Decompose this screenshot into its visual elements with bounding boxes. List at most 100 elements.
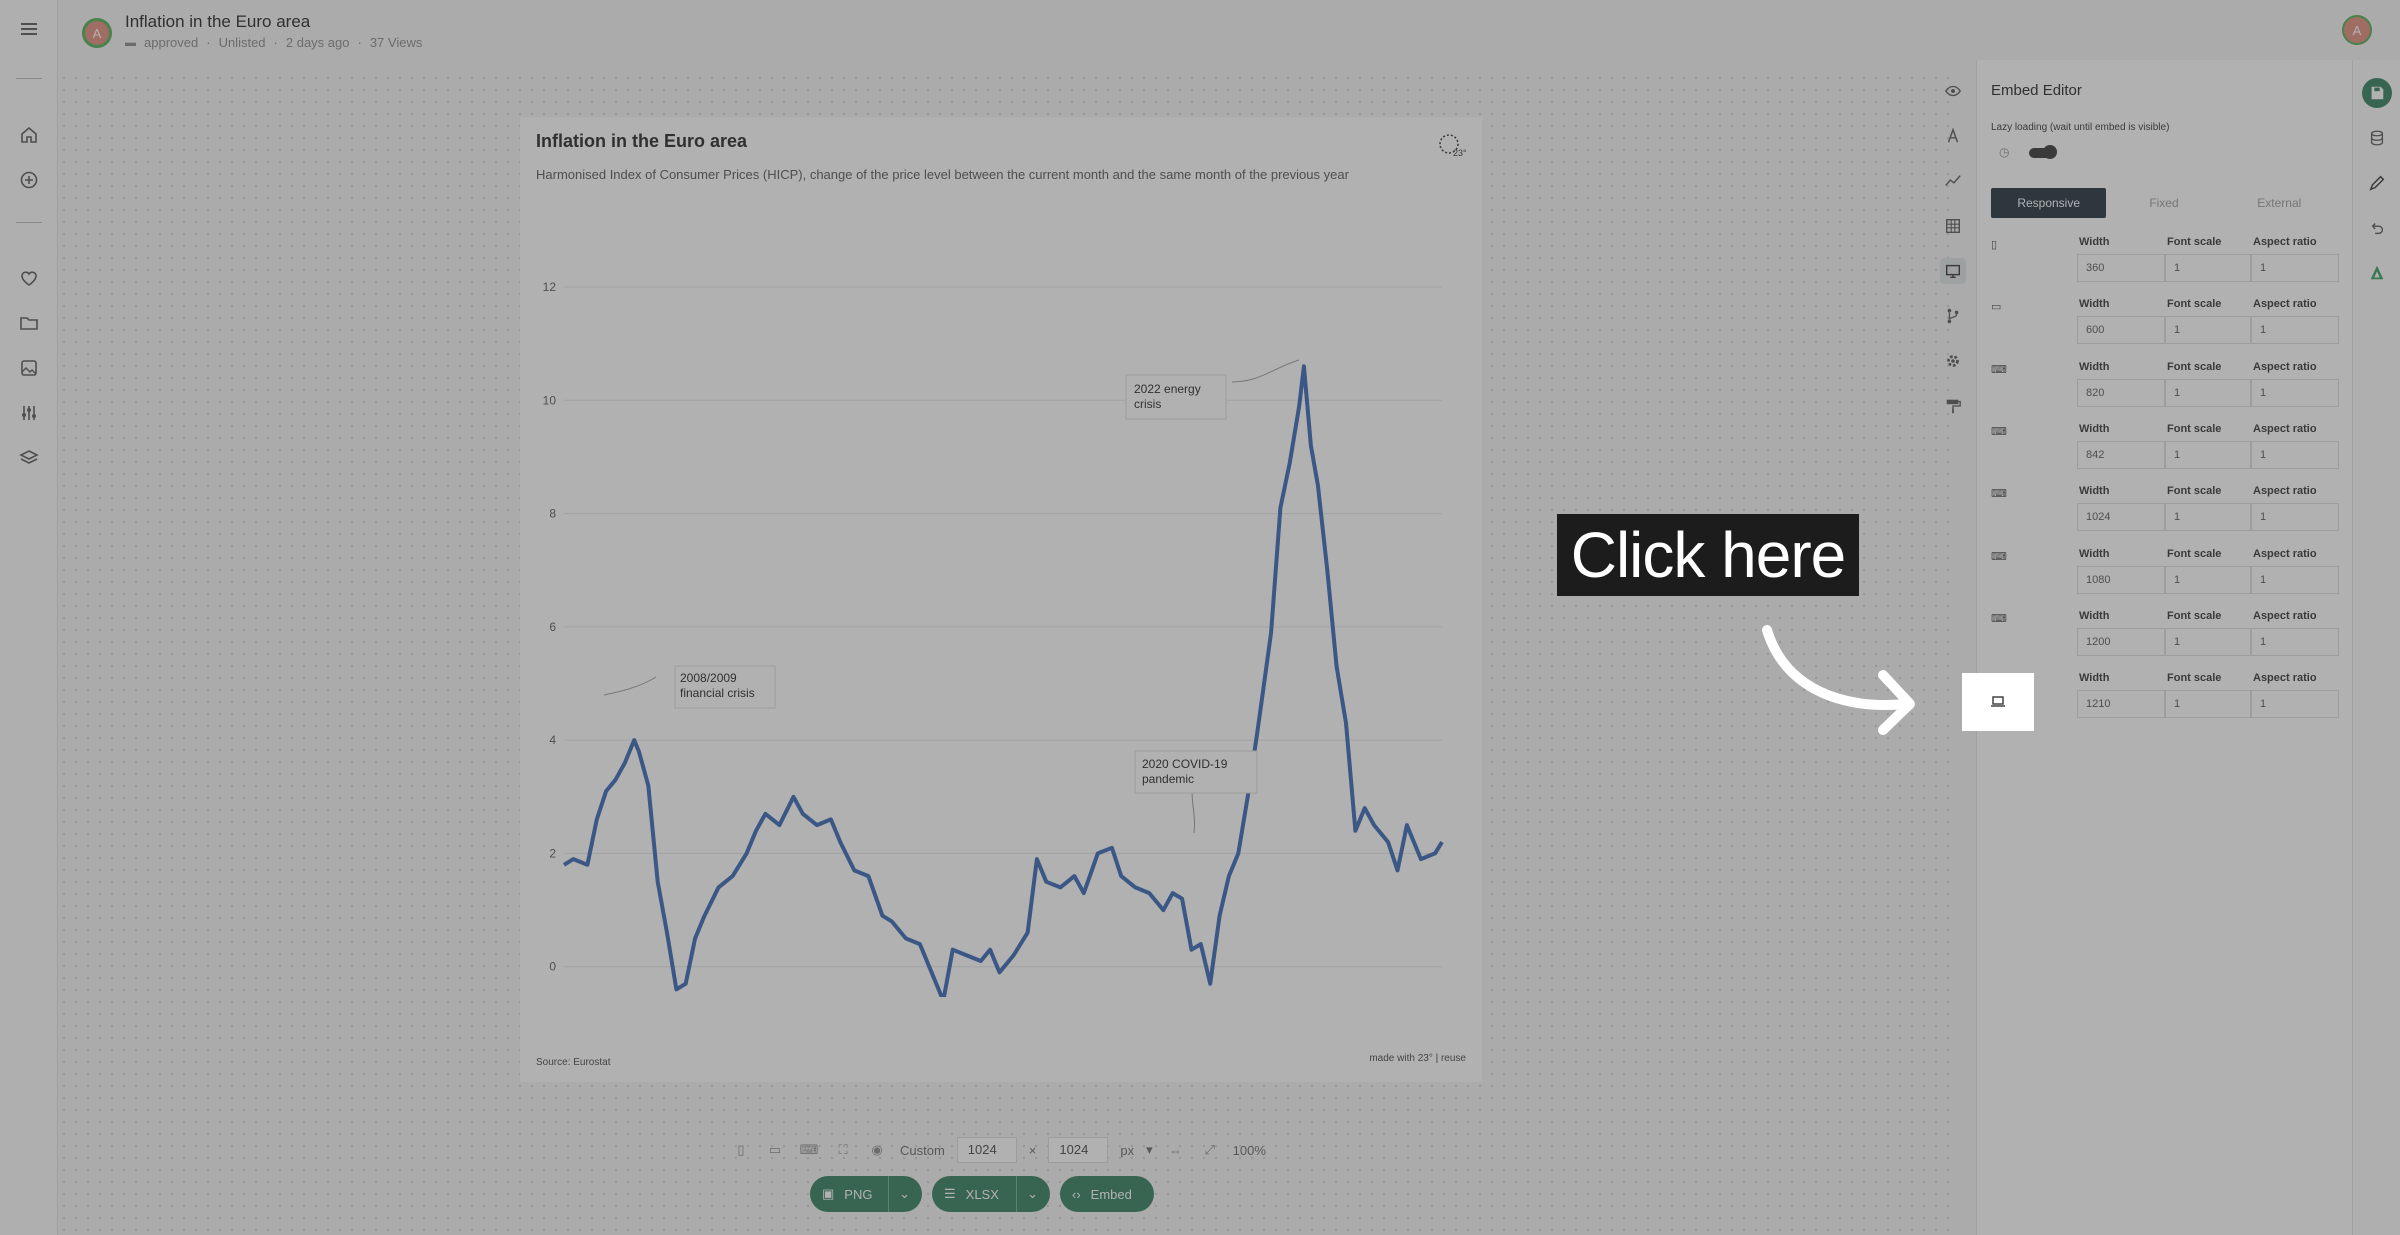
png-export-button[interactable]: ▣ PNG ⌄ (810, 1176, 922, 1212)
aspect-ratio-header: Aspect ratio (2253, 360, 2317, 373)
zoom-level[interactable]: 100% (1233, 1143, 1266, 1158)
menu-icon[interactable] (16, 16, 42, 42)
fullscreen-icon[interactable]: ⛶ (832, 1139, 854, 1161)
status-label[interactable]: approved (144, 35, 198, 50)
width-input[interactable]: 842 (2077, 440, 2165, 469)
chevron-down-icon[interactable]: ⌄ (1016, 1176, 1038, 1212)
link-icon[interactable]: ⇔ (1165, 1139, 1187, 1161)
home-icon[interactable] (16, 122, 42, 148)
views-label: 37 Views (369, 35, 423, 50)
font-scale-input[interactable]: 1 (2165, 378, 2251, 407)
chevron-down-icon[interactable]: ⌄ (888, 1176, 910, 1212)
font-scale-input[interactable]: 1 (2165, 316, 2251, 345)
paint-roller-icon[interactable] (1940, 393, 1966, 419)
visibility-label[interactable]: Unlisted (219, 35, 266, 50)
width-input[interactable]: 1080 (2077, 565, 2165, 594)
embed-mode-tabs: Responsive Fixed External (1991, 188, 2337, 218)
aspect-ratio-header: Aspect ratio (2253, 236, 2317, 248)
layers-icon[interactable] (16, 445, 42, 471)
laptop-icon[interactable]: ⌨ (1991, 612, 2007, 628)
gear-icon[interactable] (1940, 348, 1966, 374)
tablet-icon[interactable]: ▭ (1991, 300, 2007, 316)
font-scale-header: Font scale (2167, 609, 2222, 622)
font-scale-input[interactable]: 1 (2165, 254, 2251, 282)
laptop-icon[interactable]: ⌨ (1991, 425, 2007, 441)
width-input[interactable]: 1200 (2077, 627, 2165, 656)
aspect-ratio-input[interactable]: 1 (2251, 316, 2339, 345)
aspect-ratio-input[interactable]: 1 (2251, 690, 2339, 719)
font-scale-input[interactable]: 1 (2165, 627, 2251, 656)
undo-icon[interactable] (2362, 213, 2392, 243)
font-scale-header: Font scale (2167, 672, 2222, 685)
laptop-icon[interactable]: ⌨ (1991, 550, 2007, 566)
width-input[interactable]: 360 (2077, 254, 2165, 282)
branch-icon[interactable] (1940, 303, 1966, 329)
width-input[interactable]: 1024 (956, 1137, 1017, 1163)
database-icon[interactable] (2362, 123, 2392, 153)
lazy-loading-toggle[interactable] (2029, 145, 2057, 159)
tablet-icon[interactable]: ▭ (764, 1139, 786, 1161)
sliders-icon[interactable] (16, 400, 42, 426)
line-chart-icon[interactable] (1940, 168, 1966, 194)
width-header: Width (2079, 672, 2110, 685)
tab-responsive[interactable]: Responsive (1991, 188, 2107, 218)
aspect-ratio-input[interactable]: 1 (2251, 565, 2339, 594)
aspect-ratio-input[interactable]: 1 (2251, 440, 2339, 469)
width-header: Width (2079, 547, 2110, 560)
age-label: 2 days ago (285, 35, 350, 50)
laptop-icon[interactable]: ⌨ (1991, 363, 2007, 379)
font-scale-input[interactable]: 1 (2165, 690, 2251, 719)
aspect-ratio-input[interactable]: 1 (2251, 503, 2339, 532)
font-scale-input[interactable]: 1 (2165, 503, 2251, 532)
annotation-label: 2020 COVID-19 (1142, 757, 1228, 771)
embed-icon[interactable] (1940, 258, 1966, 284)
folder-icon[interactable] (16, 310, 42, 336)
aspect-ratio-input[interactable]: 1 (2251, 254, 2339, 282)
user-avatar[interactable]: A (2342, 15, 2372, 45)
embed-button[interactable]: ‹› Embed (1060, 1176, 1154, 1212)
rail-divider (16, 222, 42, 223)
width-header: Width (2079, 485, 2110, 498)
left-navigation-rail (0, 0, 58, 1235)
heart-icon[interactable] (16, 265, 42, 291)
eye-icon[interactable] (1940, 78, 1966, 104)
breakpoint-row: ▯ Width Font scale Aspect ratio 360 1 1 (1977, 236, 2353, 298)
width-input[interactable]: 1210 (2077, 690, 2165, 719)
annotation-financial-crisis: 2008/2009 financial crisis (603, 665, 776, 709)
chart-avatar[interactable]: A (82, 18, 112, 48)
aspect-ratio-input[interactable]: 1 (2251, 378, 2339, 407)
width-input[interactable]: 1024 (2077, 503, 2165, 532)
font-scale-input[interactable]: 1 (2165, 565, 2251, 594)
publish-icon[interactable] (2362, 258, 2392, 288)
unit-select[interactable]: px (1120, 1143, 1134, 1158)
add-icon[interactable] (16, 167, 42, 193)
table-icon[interactable] (1940, 213, 1966, 239)
made-with-link[interactable]: made with 23° | reuse (1369, 1053, 1466, 1064)
chevron-down-icon[interactable]: ▾ (1146, 1142, 1153, 1158)
width-input[interactable]: 600 (2077, 316, 2165, 345)
phone-icon[interactable]: ▯ (730, 1139, 752, 1161)
width-input[interactable]: 820 (2077, 378, 2165, 407)
breakpoint-row: ⌨ Width Font scale Aspect ratio 842 1 1 (1977, 423, 2353, 485)
laptop-icon[interactable]: ⌨ (1991, 487, 2007, 503)
tab-fixed[interactable]: Fixed (2106, 188, 2221, 218)
size-preset-label[interactable]: Custom (900, 1143, 945, 1158)
xlsx-export-button[interactable]: ☰ XLSX ⌄ (932, 1176, 1050, 1212)
laptop-icon[interactable]: ⌨ (798, 1139, 820, 1161)
image-icon[interactable] (16, 355, 42, 381)
xlsx-label: XLSX (965, 1186, 999, 1202)
breakpoint-row: ⌨ Width Font scale Aspect ratio 1200 1 1 (1977, 610, 2353, 672)
aspect-ratio-input[interactable]: 1 (2251, 627, 2339, 656)
zoom-icon[interactable]: ⤢ (1199, 1139, 1221, 1161)
height-input[interactable]: 1024 (1048, 1137, 1109, 1163)
font-scale-input[interactable]: 1 (2165, 440, 2251, 469)
phone-icon[interactable]: ▯ (1991, 238, 2007, 254)
pencil-icon[interactable] (2362, 168, 2392, 198)
y-tick-label: 2 (549, 846, 556, 860)
aspect-ratio-header: Aspect ratio (2253, 609, 2317, 622)
highlighted-breakpoint-button[interactable] (1962, 673, 2034, 731)
save-icon[interactable] (2362, 78, 2392, 108)
text-icon[interactable] (1940, 123, 1966, 149)
png-label: PNG (844, 1186, 873, 1202)
tab-external[interactable]: External (2222, 188, 2337, 218)
